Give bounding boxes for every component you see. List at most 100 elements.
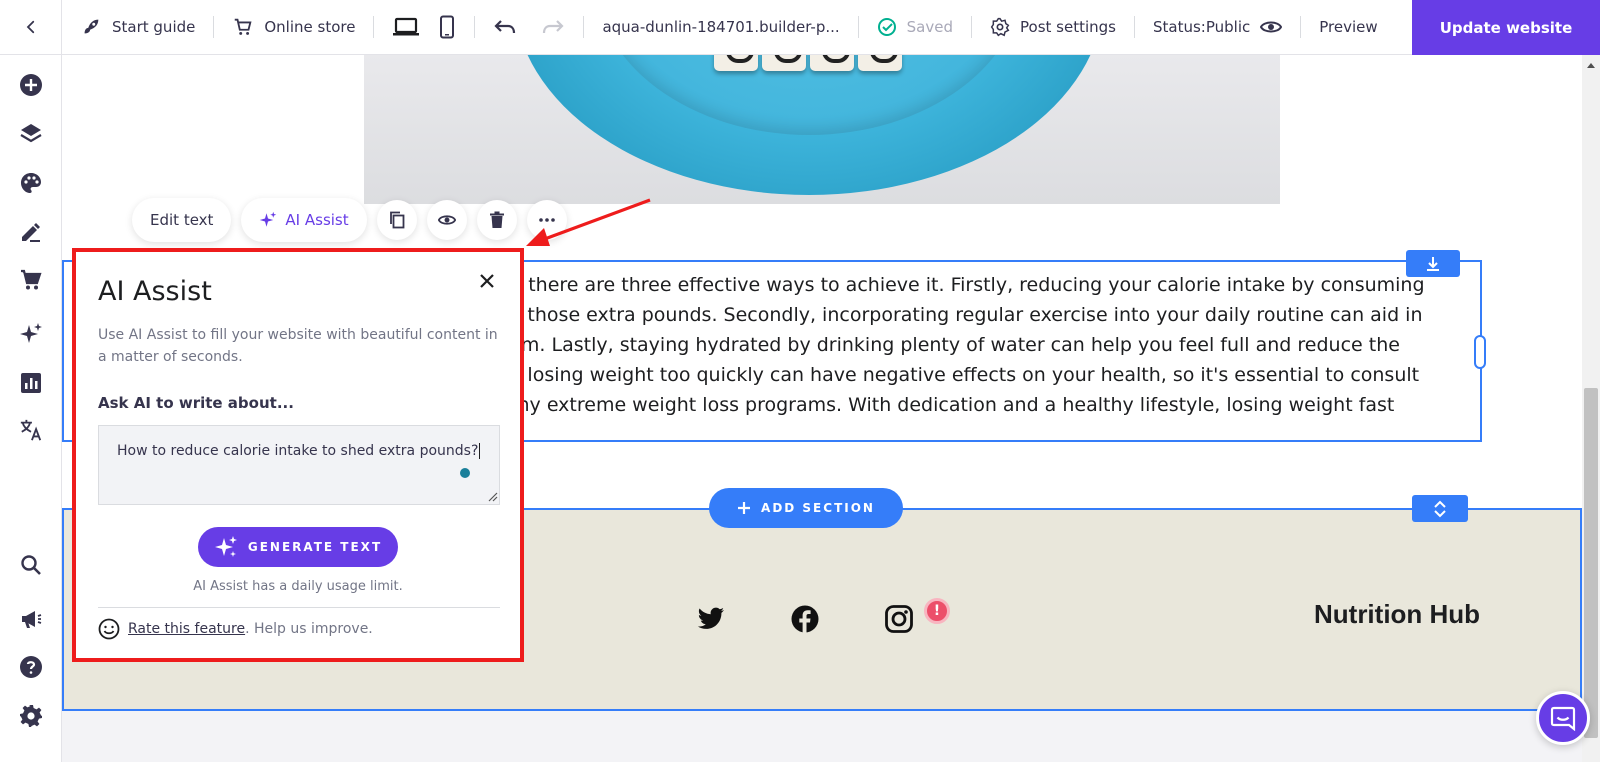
annotation-arrow	[526, 198, 651, 246]
status-label: Status:Public	[1152, 18, 1251, 36]
add-section-button[interactable]: ADD SECTION	[709, 488, 903, 528]
download-handle[interactable]	[1406, 250, 1460, 277]
online-store-label: Online store	[264, 18, 356, 36]
scroll-up-arrow[interactable]	[1582, 58, 1600, 72]
saved-label: Saved	[906, 18, 953, 36]
body-text: ask, but there are three effective ways …	[446, 270, 1476, 420]
blue-plate-image	[514, 55, 1104, 195]
eye-icon	[437, 215, 456, 225]
left-sidebar	[0, 55, 62, 762]
prompt-text: How to reduce calorie intake to shed ext…	[117, 443, 479, 459]
mobile-view-icon[interactable]	[438, 15, 456, 39]
chat-support-button[interactable]	[1536, 691, 1590, 745]
ai-sparkle-icon	[260, 211, 277, 227]
start-guide-button[interactable]: Start guide	[62, 0, 213, 55]
layers-icon[interactable]	[19, 122, 43, 146]
add-element-icon[interactable]	[19, 73, 43, 97]
ai-panel-description: Use AI Assist to fill your website with …	[98, 327, 498, 365]
resize-handle[interactable]	[1474, 335, 1486, 369]
check-circle-icon	[877, 18, 896, 36]
canvas-background	[62, 711, 1582, 762]
footer-brand: Nutrition Hub	[1314, 599, 1481, 629]
start-guide-label: Start guide	[112, 18, 196, 36]
help-icon[interactable]	[19, 655, 43, 679]
chat-icon	[1550, 706, 1576, 731]
chevron-left-icon	[26, 20, 34, 34]
saved-status: Saved	[859, 0, 971, 55]
rate-feature-row: Rate this feature. Help us improve.	[98, 618, 373, 640]
back-button[interactable]	[0, 0, 62, 55]
usage-limit-note: AI Assist has a daily usage limit.	[193, 579, 403, 594]
analytics-icon[interactable]	[19, 371, 43, 395]
cart-icon	[235, 18, 252, 35]
post-settings-button[interactable]: Post settings	[972, 0, 1134, 55]
download-icon	[1427, 256, 1439, 271]
chevron-up-down-icon	[1434, 500, 1446, 517]
text-line: ote that losing weight too quickly can h…	[446, 364, 1420, 386]
palette-icon[interactable]	[19, 171, 43, 195]
duplicate-button[interactable]	[376, 200, 417, 240]
trash-icon	[489, 211, 504, 228]
ai-panel-title: AI Assist	[98, 276, 212, 307]
text-line: ask, but there are three effective ways …	[446, 274, 1425, 296]
letter-tile	[810, 55, 854, 71]
twitter-icon[interactable]	[696, 604, 726, 634]
generate-text-button[interactable]: GENERATE TEXT	[198, 527, 398, 567]
grammar-indicator[interactable]	[460, 468, 470, 478]
ask-ai-label: Ask AI to write about...	[98, 394, 294, 412]
delete-button[interactable]	[476, 200, 517, 240]
history-controls	[475, 0, 583, 55]
megaphone-icon[interactable]	[19, 607, 43, 631]
divider	[98, 607, 500, 608]
instagram-icon[interactable]	[884, 604, 914, 634]
letter-tile	[714, 55, 758, 71]
translate-icon[interactable]	[19, 418, 43, 442]
add-section-label: ADD SECTION	[761, 501, 875, 515]
post-settings-label: Post settings	[1020, 18, 1116, 36]
generate-text-label: GENERATE TEXT	[247, 540, 383, 554]
scrollbar-thumb[interactable]	[1584, 388, 1598, 738]
status-toggle[interactable]: Status:Public	[1135, 0, 1300, 55]
facebook-icon[interactable]	[790, 604, 820, 634]
undo-icon[interactable]	[493, 17, 517, 37]
desktop-view-icon[interactable]	[392, 16, 420, 38]
close-icon	[480, 274, 494, 288]
text-line: ou shed those extra pounds. Secondly, in…	[446, 304, 1423, 326]
element-toolbar: Edit text AI Assist	[132, 198, 567, 242]
gear-icon	[990, 17, 1010, 37]
resize-grip-icon[interactable]	[488, 492, 498, 502]
online-store-button[interactable]: Online store	[214, 0, 373, 55]
eye-icon	[1260, 21, 1283, 33]
letter-tile	[858, 55, 902, 71]
ai-assist-label: AI Assist	[285, 211, 349, 229]
site-url[interactable]: aqua-dunlin-184701.builder-p...	[584, 18, 857, 36]
text-line: ng on any extreme weight loss programs. …	[446, 394, 1395, 416]
hero-image[interactable]	[364, 55, 1280, 204]
rocket-icon	[84, 19, 99, 34]
plus-icon	[738, 502, 751, 514]
copy-icon	[389, 211, 405, 229]
letter-tile	[762, 55, 806, 71]
device-switcher	[374, 0, 474, 55]
redo-icon[interactable]	[541, 17, 565, 37]
section-move-handle[interactable]	[1412, 495, 1468, 522]
visibility-button[interactable]	[426, 200, 467, 240]
settings-gear-icon[interactable]	[19, 704, 43, 728]
rate-feature-suffix: . Help us improve.	[245, 621, 373, 637]
store-cart-icon[interactable]	[19, 268, 43, 292]
ai-sparkle-icon[interactable]	[19, 322, 43, 346]
ai-sparkle-icon	[214, 536, 237, 557]
text-cursor	[479, 443, 481, 459]
rate-feature-link[interactable]: Rate this feature	[128, 621, 245, 637]
text-line: etabolism. Lastly, staying hydrated by d…	[446, 334, 1400, 356]
alert-badge[interactable]: !	[924, 598, 950, 624]
pen-icon[interactable]	[19, 220, 43, 244]
close-button[interactable]	[476, 270, 498, 292]
top-bar: Start guide Online store aqua-dunlin-184…	[0, 0, 1600, 55]
prompt-textarea[interactable]: How to reduce calorie intake to shed ext…	[98, 425, 500, 505]
edit-text-button[interactable]: Edit text	[132, 198, 232, 242]
ai-assist-button[interactable]: AI Assist	[241, 198, 367, 242]
preview-button[interactable]: Preview	[1301, 0, 1395, 55]
search-icon[interactable]	[19, 553, 43, 577]
update-website-button[interactable]: Update website	[1412, 0, 1600, 55]
